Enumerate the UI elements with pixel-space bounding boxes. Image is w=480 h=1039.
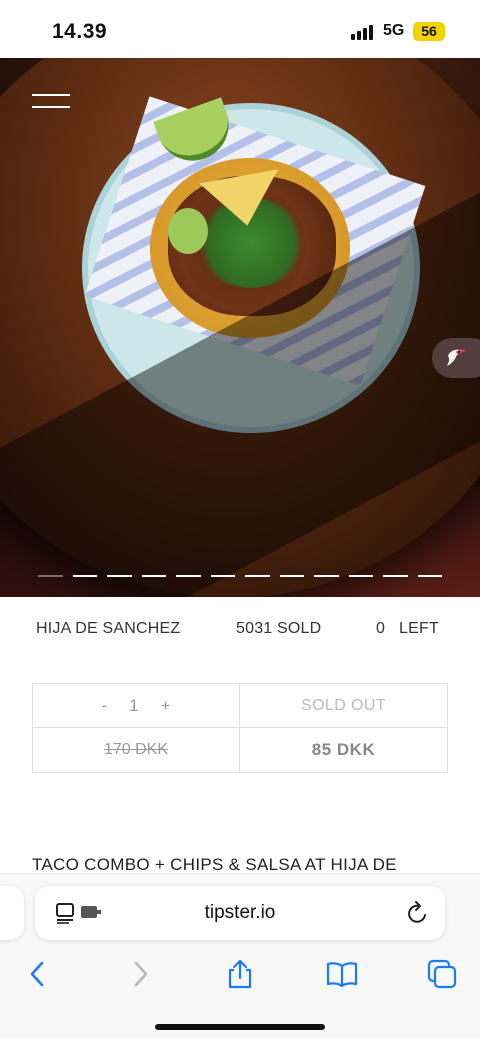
tipster-widget-button[interactable] [432, 338, 480, 378]
taco-guacamole-image [168, 208, 208, 254]
home-indicator [155, 1024, 325, 1030]
forward-icon[interactable] [124, 958, 156, 990]
slide-indicator-dash[interactable] [417, 575, 442, 577]
tipster-bird-icon [447, 349, 466, 366]
increase-quantity-button[interactable]: + [161, 696, 171, 716]
menu-icon[interactable] [32, 94, 70, 112]
slide-indicator-dash[interactable] [383, 575, 408, 577]
previous-tab-preview[interactable] [0, 886, 24, 940]
hero-image[interactable] [0, 58, 480, 597]
url-text: tipster.io [204, 902, 276, 923]
sold-out-button[interactable]: SOLD OUT [240, 684, 447, 728]
remaining-count: 0 LEFT [376, 620, 439, 637]
slide-indicator-dash[interactable] [348, 575, 373, 577]
decrease-quantity-button[interactable]: - [101, 696, 107, 716]
sold-count: 5031 SOLD [236, 620, 322, 637]
back-icon[interactable] [22, 958, 54, 990]
product-info-row: HIJA DE SANCHEZ 5031 SOLD 0 LEFT [0, 620, 480, 644]
browser-toolbar: tipster.io [0, 873, 480, 1039]
vendor-name: HIJA DE SANCHEZ [36, 620, 181, 637]
bookmarks-icon[interactable] [326, 958, 358, 990]
slide-indicator-dash[interactable] [210, 575, 235, 577]
slide-indicator-dash[interactable] [72, 575, 97, 577]
quantity-value: 1 [129, 695, 139, 715]
original-price: 170 DKK [33, 728, 240, 772]
status-bar: 14.39 5G 56 [0, 0, 480, 58]
purchase-panel: - 1 + SOLD OUT 170 DKK 85 DKK [32, 683, 448, 773]
reload-icon[interactable] [406, 900, 430, 926]
tabs-icon[interactable] [426, 958, 458, 990]
network-type: 5G [383, 22, 405, 39]
share-icon[interactable] [224, 958, 256, 990]
quantity-stepper[interactable]: - 1 + [33, 684, 240, 728]
status-time: 14.39 [52, 20, 108, 43]
slide-indicator[interactable] [38, 575, 442, 579]
slide-indicator-dash[interactable] [38, 575, 63, 577]
slide-indicator-dash[interactable] [107, 575, 132, 577]
cellular-signal-icon [351, 24, 377, 40]
discount-price: 85 DKK [311, 740, 376, 759]
slide-indicator-dash[interactable] [141, 575, 166, 577]
slide-indicator-dash[interactable] [314, 575, 339, 577]
battery-icon: 56 [413, 22, 445, 41]
slide-indicator-dash[interactable] [176, 575, 201, 577]
slide-indicator-dash[interactable] [245, 575, 270, 577]
slide-indicator-dash[interactable] [279, 575, 304, 577]
address-bar[interactable]: tipster.io [35, 886, 445, 940]
